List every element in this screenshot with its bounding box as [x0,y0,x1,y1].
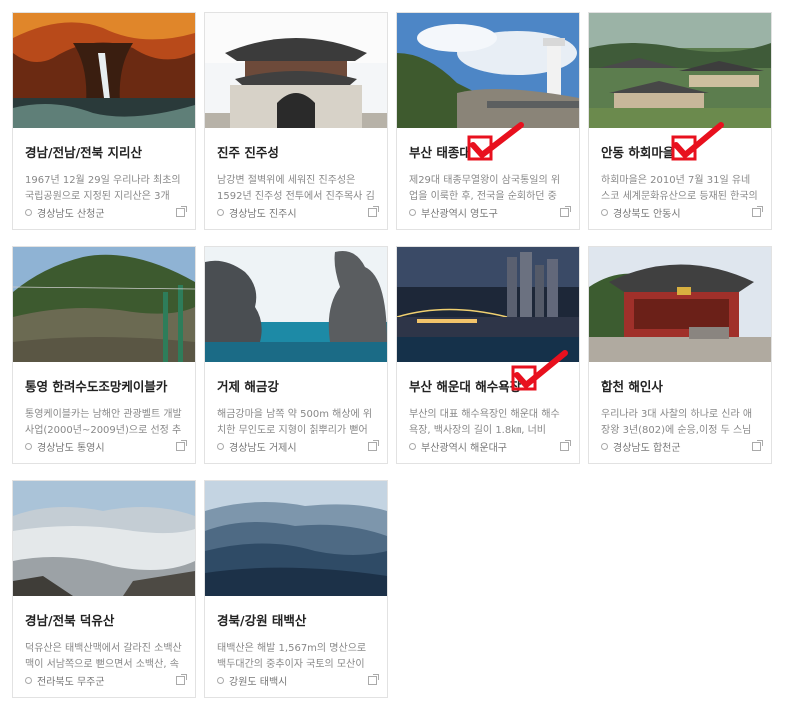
map-pin-icon [409,208,416,216]
share-icon[interactable] [752,205,763,217]
share-icon[interactable] [176,673,187,685]
thumbnail-jinjuseong[interactable] [205,13,387,128]
card-description: 부산의 대표 해수욕장인 해운대 해수욕장, 백사장의 길이 1.8㎞, 너비 … [409,409,560,436]
thumbnail-jirisan[interactable] [13,13,195,128]
thumbnail-hahoe[interactable] [589,13,771,128]
card-description: 우리나라 3대 사찰의 하나로 신라 애장왕 3년(802)에 순응,이정 두 … [601,409,753,436]
card-description: 제29대 태종무열왕이 삼국통일의 위업을 이룩한 후, 전국을 순회하던 중 … [409,175,561,202]
card-description: 하회마을은 2010년 7월 31일 유네스코 세계문화유산으로 등재된 한국의… [601,175,758,202]
card-title[interactable]: 진주 진주성 [217,142,375,160]
card-footer: 강원도 태백시 [217,673,379,688]
map-pin-icon [409,442,416,450]
card-footer: 경상북도 안동시 [601,205,763,220]
share-icon[interactable] [368,673,379,685]
card-title[interactable]: 합천 해인사 [601,376,759,394]
card-location: 전라북도 무주군 [37,676,105,688]
share-icon[interactable] [176,205,187,217]
card-title[interactable]: 경남/전북 덕유산 [25,610,183,628]
map-pin-icon [217,676,224,684]
card-title[interactable]: 부산 태종대 [409,142,567,160]
card-description: 해금강마을 남쪽 약 500m 해상에 위치한 무인도로 지형이 칡뿌리가 뻗어… [217,409,373,436]
card-footer: 부산광역시 영도구 [409,205,571,220]
share-icon[interactable] [560,205,571,217]
attraction-card-taejongdae[interactable]: 부산 태종대 제29대 태종무열왕이 삼국통일의 위업을 이룩한 후, 전국을 … [396,12,580,230]
share-icon[interactable] [368,439,379,451]
thumbnail-taejongdae[interactable] [397,13,579,128]
card-location: 부산광역시 영도구 [421,208,498,220]
card-location: 경상남도 산청군 [37,208,105,220]
card-description: 덕유산은 태백산맥에서 갈라진 소백산맥이 서남쪽으로 뻗으면서 소백산, 속리… [25,643,182,670]
thumbnail-haeinsa[interactable] [589,247,771,362]
map-pin-icon [601,442,608,450]
map-pin-icon [25,208,32,216]
share-icon[interactable] [560,439,571,451]
card-location: 경상남도 거제시 [229,442,297,454]
card-title[interactable]: 부산 해운대 해수욕장 [409,376,567,394]
card-location: 경상남도 합천군 [613,442,681,454]
attraction-card-haeundae[interactable]: 부산 해운대 해수욕장 부산의 대표 해수욕장인 해운대 해수욕장, 백사장의 … [396,246,580,464]
card-description: 남강변 절벽위에 세워진 진주성은 1592년 진주성 전투에서 진주목사 김시… [217,175,375,202]
card-footer: 경상남도 합천군 [601,439,763,454]
attraction-card-jirisan[interactable]: 경남/전남/전북 지리산 1967년 12월 29일 우리나라 최초의 국립공원… [12,12,196,230]
card-title[interactable]: 경남/전남/전북 지리산 [25,142,183,160]
card-description: 태백산은 해발 1,567m의 명산으로 백두대간의 중추이자 국토의 모산이다… [217,643,367,670]
attraction-card-haeinsa[interactable]: 합천 해인사 우리나라 3대 사찰의 하나로 신라 애장왕 3년(802)에 순… [588,246,772,464]
card-footer: 부산광역시 해운대구 [409,439,571,454]
map-pin-icon [217,208,224,216]
card-footer: 경상남도 산청군 [25,205,187,220]
thumbnail-haegeumgang[interactable] [205,247,387,362]
card-footer: 경상남도 진주시 [217,205,379,220]
card-location: 강원도 태백시 [229,676,288,688]
attraction-card-tongyeong-cablecar[interactable]: 통영 한려수도조망케이블카 통영케이블카는 남해안 관광벨트 개발사업(2000… [12,246,196,464]
card-footer: 경상남도 거제시 [217,439,379,454]
card-footer: 경상남도 통영시 [25,439,187,454]
card-description: 통영케이블카는 남해안 관광벨트 개발사업(2000년~2009년)으로 선정 … [25,409,182,436]
attraction-card-deogyusan[interactable]: 경남/전북 덕유산 덕유산은 태백산맥에서 갈라진 소백산맥이 서남쪽으로 뻗으… [12,480,196,698]
attraction-card-hahoe[interactable]: 안동 하회마을 하회마을은 2010년 7월 31일 유네스코 세계문화유산으로… [588,12,772,230]
attraction-card-jinjuseong[interactable]: 진주 진주성 남강변 절벽위에 세워진 진주성은 1592년 진주성 전투에서 … [204,12,388,230]
card-footer: 전라북도 무주군 [25,673,187,688]
thumbnail-tongyeong[interactable] [13,247,195,362]
attraction-grid: 경남/전남/전북 지리산 1967년 12월 29일 우리나라 최초의 국립공원… [12,12,772,698]
share-icon[interactable] [752,439,763,451]
card-description: 1967년 12월 29일 우리나라 최초의 국립공원으로 지정된 지리산은 3… [25,175,181,202]
share-icon[interactable] [368,205,379,217]
card-title[interactable]: 안동 하회마을 [601,142,759,160]
map-pin-icon [217,442,224,450]
map-pin-icon [601,208,608,216]
map-pin-icon [25,676,32,684]
thumbnail-deogyusan[interactable] [13,481,195,596]
card-location: 경상북도 안동시 [613,208,681,220]
card-location: 부산광역시 해운대구 [421,442,507,454]
card-title[interactable]: 통영 한려수도조망케이블카 [25,376,183,394]
card-title[interactable]: 경북/강원 태백산 [217,610,375,628]
thumbnail-haeundae[interactable] [397,247,579,362]
card-location: 경상남도 통영시 [37,442,105,454]
card-title[interactable]: 거제 해금강 [217,376,375,394]
attraction-card-taebaeksan[interactable]: 경북/강원 태백산 태백산은 해발 1,567m의 명산으로 백두대간의 중추이… [204,480,388,698]
attraction-card-haegeumgang[interactable]: 거제 해금강 해금강마을 남쪽 약 500m 해상에 위치한 무인도로 지형이 … [204,246,388,464]
map-pin-icon [25,442,32,450]
thumbnail-taebaeksan[interactable] [205,481,387,596]
share-icon[interactable] [176,439,187,451]
card-location: 경상남도 진주시 [229,208,297,220]
